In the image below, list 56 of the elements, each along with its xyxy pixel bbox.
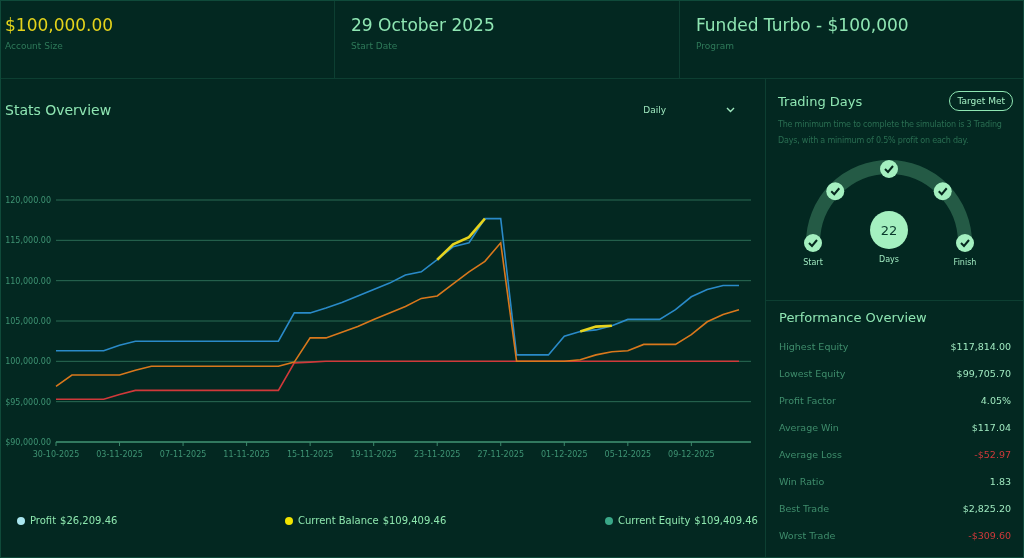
x-axis-label: 11-11-2025 [223, 450, 270, 459]
x-axis-label: 23-11-2025 [413, 450, 461, 459]
summary-value: $100,000.00 [5, 15, 115, 35]
metric-value: -$309.60 [968, 530, 1011, 541]
metric-value: 4.05% [980, 395, 1011, 406]
metric-label: Average Loss [779, 449, 842, 460]
chevron-down-icon [726, 107, 735, 113]
y-axis-label: 100,000.00 [5, 357, 51, 367]
legend-label: Current Equity [618, 515, 691, 526]
x-axis-label: 05-12-2025 [604, 450, 652, 459]
y-axis-label: $90,000.00 [5, 438, 51, 447]
legend-label: Profit [30, 515, 57, 526]
y-axis-label: 120,000.00 [5, 196, 51, 205]
metric-label: Lowest Equity [779, 368, 846, 379]
panel-title: Performance Overview [779, 310, 928, 325]
metric-value: -$52.97 [974, 449, 1011, 460]
metric-label: Worst Trade [779, 530, 836, 541]
y-axis-label: 110,000.00 [5, 276, 51, 286]
x-axis-label: 01-12-2025 [541, 450, 588, 459]
panel-title: Stats Overview [5, 102, 112, 118]
x-axis-label: 15-11-2025 [286, 450, 334, 459]
x-axis-label: 09-12-2025 [668, 450, 715, 459]
period-dropdown[interactable]: Daily [643, 105, 735, 115]
milestone-label: Finish [953, 258, 976, 267]
legend-label: Current Balance [298, 515, 379, 526]
summary-label: Account Size [5, 41, 64, 51]
metric-value: 1.83 [989, 476, 1011, 487]
metric-label: Win Ratio [779, 476, 825, 487]
x-axis-label: 03-11-2025 [96, 450, 143, 459]
x-axis-label: 19-11-2025 [350, 450, 397, 459]
y-axis-label: 105,000.00 [5, 317, 51, 326]
metric-label: Highest Equity [779, 341, 849, 352]
legend-value: $109,409.46 [694, 515, 758, 526]
legend-value: $109,409.46 [382, 515, 447, 526]
x-axis-label: 07-11-2025 [159, 450, 207, 459]
summary-value: Funded Turbo - $100,000 [696, 15, 910, 35]
legend-value: $26,209.46 [60, 515, 118, 526]
y-axis-label: $95,000.00 [5, 397, 51, 407]
summary-label: Program [696, 41, 735, 51]
milestone-label: Start [802, 258, 823, 267]
days-label: Days [878, 255, 899, 264]
x-axis-label: 27-11-2025 [477, 450, 524, 459]
days-count-circle [869, 211, 908, 249]
summary-label: Start Date [351, 41, 399, 51]
metric-label: Profit Factor [779, 395, 836, 406]
metric-value: $117,814.00 [950, 341, 1011, 352]
panel-title: Trading Days [778, 93, 863, 109]
metric-value: $2,825.20 [962, 503, 1011, 514]
days-count: 22 [880, 223, 897, 238]
metric-value: $117.04 [971, 422, 1011, 433]
metric-label: Best Trade [779, 503, 830, 514]
metric-value: $99,705.70 [956, 368, 1011, 379]
summary-value: 29 October 2025 [351, 15, 496, 35]
metric-label: Average Win [779, 422, 839, 433]
y-axis-label: 115,000.00 [5, 236, 51, 246]
x-axis-label: 30-10-2025 [32, 450, 80, 459]
